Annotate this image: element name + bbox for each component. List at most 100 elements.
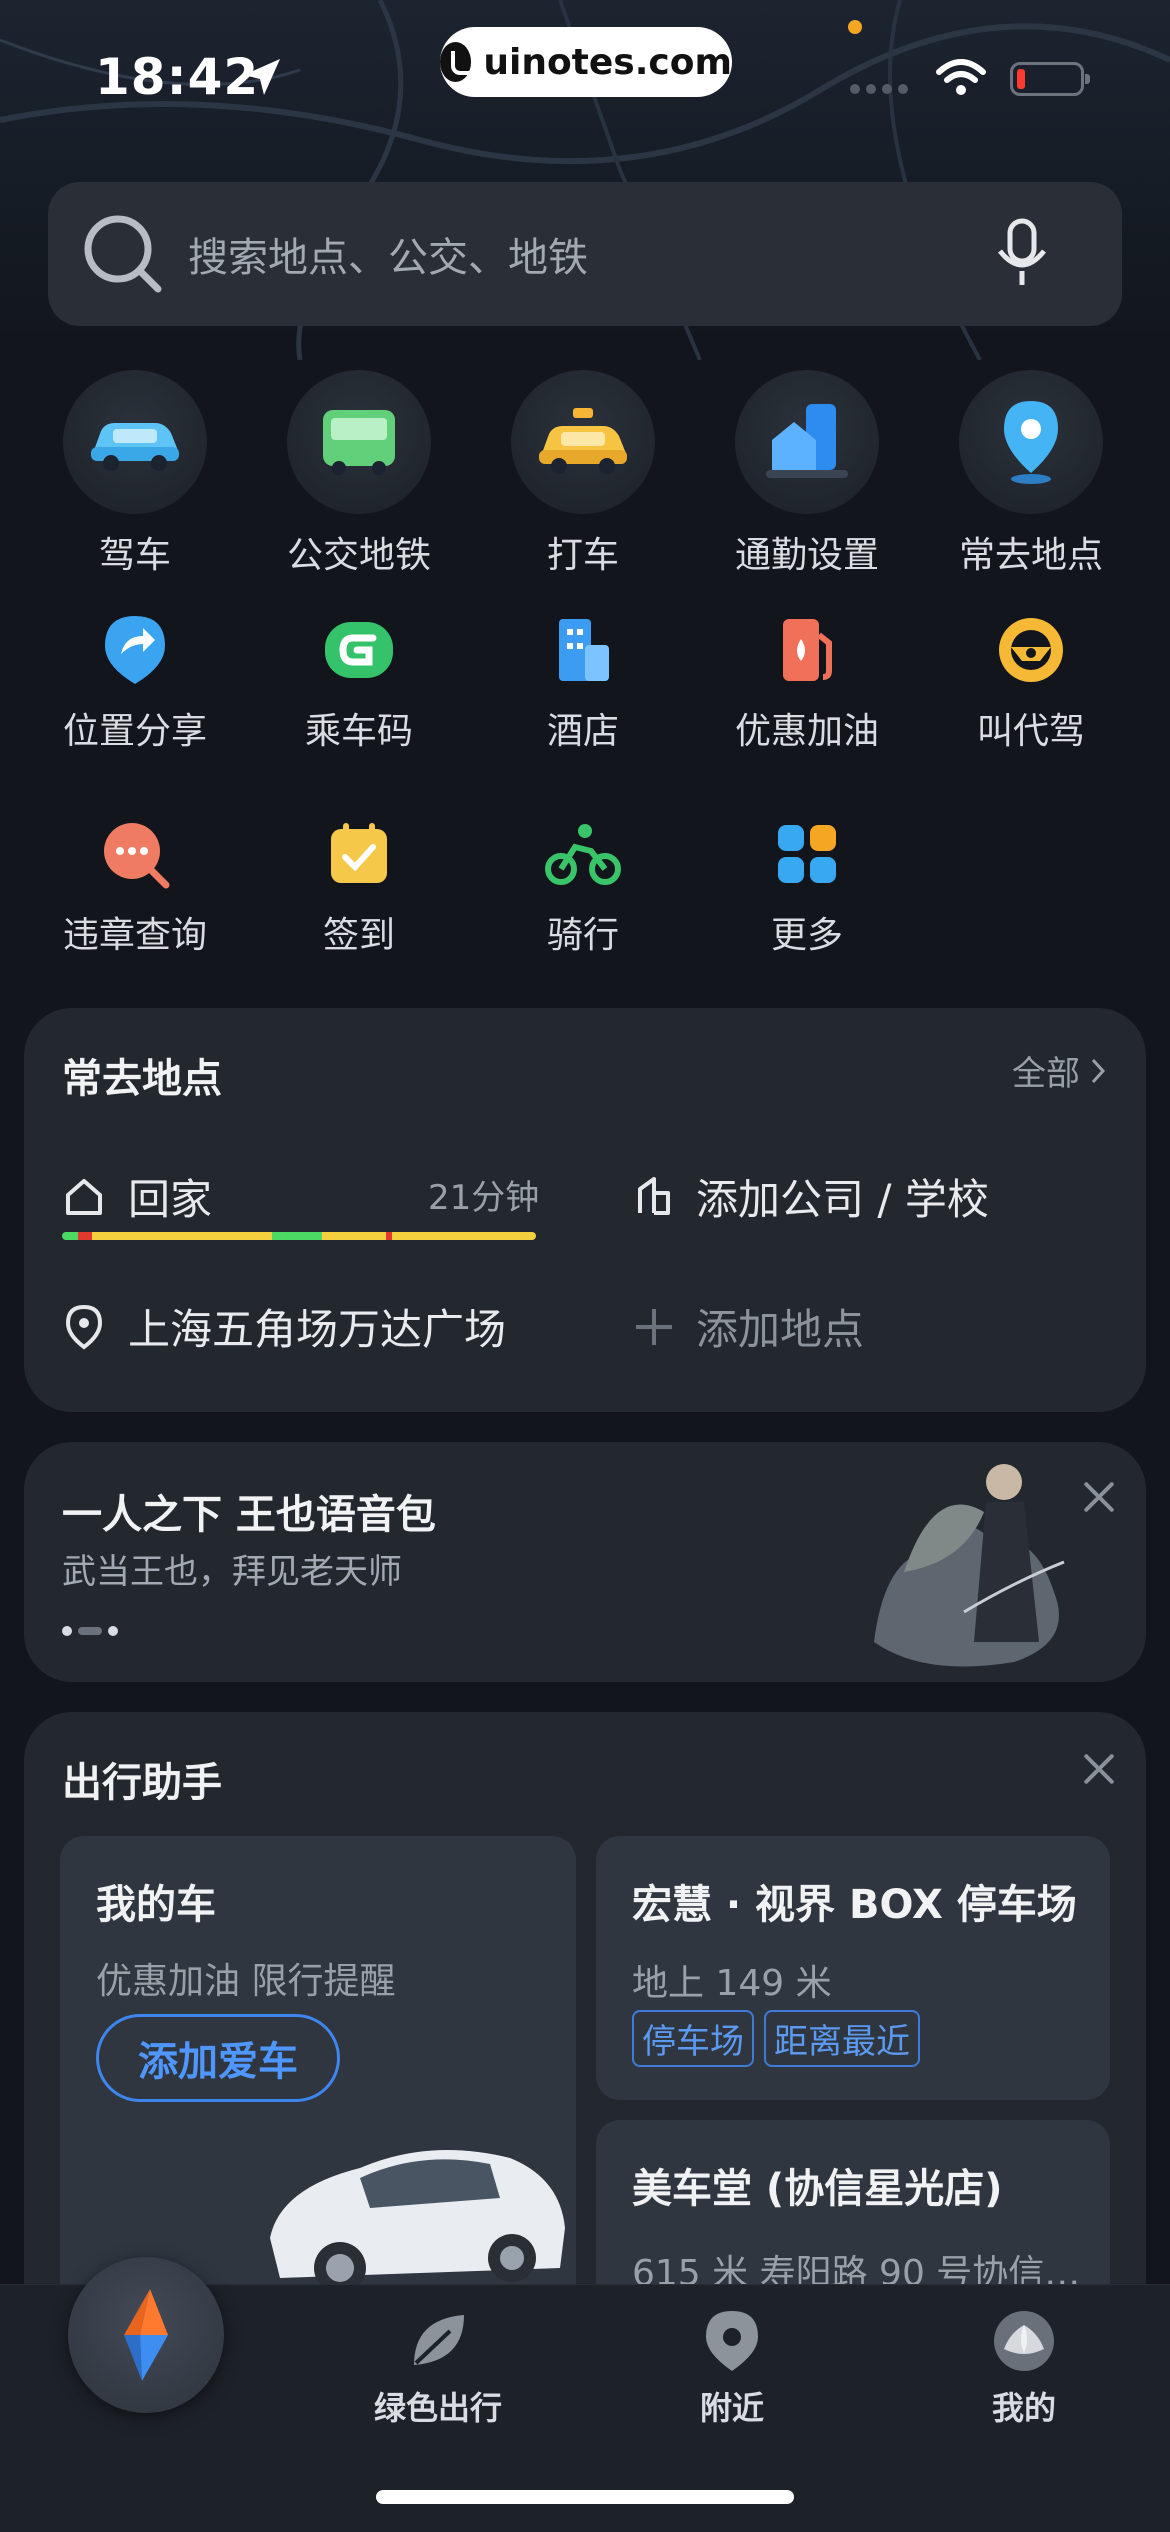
quick-action-drive[interactable]: 驾车 <box>23 370 247 578</box>
car-illustration <box>270 2150 565 2294</box>
parking-card[interactable]: 宏慧 · 视界 BOX 停车场 地上 149 米 停车场 距离最近 <box>596 1836 1110 2100</box>
taxi-icon <box>511 370 655 514</box>
parking-title: 宏慧 · 视界 BOX 停车场 <box>632 1882 1077 1928</box>
add-company-shortcut[interactable]: 添加公司 / 学校 <box>634 1166 989 1227</box>
my-car-title: 我的车 <box>96 1882 216 1928</box>
home-shortcut[interactable]: 回家 <box>62 1166 212 1227</box>
service-share-location[interactable]: 位置分享 <box>23 610 247 754</box>
service-label: 签到 <box>322 915 395 956</box>
privacy-indicator-icon <box>848 20 862 34</box>
quick-action-label: 常去地点 <box>958 535 1103 576</box>
service-ride-code[interactable]: 乘车码 <box>247 610 471 754</box>
wifi-icon <box>936 59 986 95</box>
building-icon <box>638 1176 670 1215</box>
checkin-calendar-icon <box>319 814 399 894</box>
violation-search-icon <box>95 814 175 894</box>
nav-label: 附近 <box>699 2389 764 2427</box>
saved-place-label: 上海五角场万达广场 <box>128 1305 507 1354</box>
home-eta: 21分钟 <box>428 1178 540 1218</box>
place-pin-icon <box>65 1304 103 1350</box>
saved-place[interactable]: 上海五角场万达广场 <box>62 1296 506 1357</box>
leaf-icon <box>414 2315 464 2365</box>
service-violation[interactable]: 违章查询 <box>23 814 247 958</box>
banner-title: 一人之下 王也语音包 <box>62 1492 436 1538</box>
tag-nearest: 距离最近 <box>764 2010 920 2067</box>
more-grid-icon <box>767 814 847 894</box>
traffic-bar <box>62 1232 536 1240</box>
cellular-signal-icon <box>850 84 908 94</box>
service-label: 更多 <box>770 915 843 956</box>
service-label: 乘车码 <box>304 711 413 752</box>
voice-pack-banner[interactable]: 一人之下 王也语音包 武当王也，拜见老天师 <box>24 1442 1146 1682</box>
quick-action-transit[interactable]: 公交地铁 <box>247 370 471 578</box>
my-car-links[interactable]: 优惠加油 限行提醒 <box>96 1952 395 2004</box>
chevron-right-icon <box>1091 1058 1106 1083</box>
card-title: 常去地点 <box>62 1056 222 1102</box>
frequent-places-card: 常去地点 全部 回家 21分钟 添加公司 / 学校 上海五角场万达广场 添加地点 <box>24 1008 1146 1412</box>
quick-action-label: 驾车 <box>98 535 171 576</box>
view-all-link[interactable]: 全部 <box>1012 1046 1106 1095</box>
fuel-icon <box>767 610 847 690</box>
location-pin-icon <box>959 370 1103 514</box>
watermark-logo-icon <box>440 42 478 82</box>
commute-building-icon <box>735 370 879 514</box>
steering-wheel-icon <box>991 610 1071 690</box>
travel-assistant-card: 出行助手 我的车 优惠加油 限行提醒 添加爱车 宏慧 · 视界 BOX 停车场 … <box>24 1712 1146 2360</box>
ride-code-icon <box>319 610 399 690</box>
microphone-icon[interactable] <box>992 217 1052 291</box>
bus-icon <box>287 370 431 514</box>
add-company-label: 添加公司 / 学校 <box>696 1175 989 1224</box>
home-label: 回家 <box>128 1175 213 1224</box>
watermark-text: uinotes.com <box>483 41 732 83</box>
quick-action-label: 通勤设置 <box>734 535 879 576</box>
nav-label: 我的 <box>991 2389 1056 2427</box>
nav-profile[interactable]: 我的 <box>924 2309 1124 2429</box>
status-bar: 18:42 uinotes.com <box>0 0 1170 150</box>
banner-subtitle: 武当王也，拜见老天师 <box>62 1552 402 1592</box>
quick-action-label: 公交地铁 <box>286 535 431 576</box>
hotel-icon <box>543 610 623 690</box>
nav-green-travel[interactable]: 绿色出行 <box>338 2309 538 2429</box>
add-place-shortcut[interactable]: 添加地点 <box>634 1296 864 1357</box>
nav-label: 绿色出行 <box>373 2389 502 2427</box>
service-more[interactable]: 更多 <box>695 814 919 958</box>
nearby-pin-icon <box>706 2311 758 2371</box>
share-location-icon <box>95 610 175 690</box>
service-label: 酒店 <box>546 711 619 752</box>
plus-icon <box>636 1308 672 1345</box>
service-label: 叫代驾 <box>976 711 1085 752</box>
service-checkin[interactable]: 签到 <box>247 814 471 958</box>
quick-action-commute[interactable]: 通勤设置 <box>695 370 919 578</box>
close-icon[interactable] <box>1082 1752 1116 1786</box>
parking-tags: 停车场 距离最近 <box>632 2010 930 2067</box>
service-label: 优惠加油 <box>734 711 879 752</box>
card-title: 出行助手 <box>62 1760 222 1806</box>
view-all-label: 全部 <box>1012 1054 1080 1094</box>
service-label: 位置分享 <box>62 711 207 752</box>
service-cycling[interactable]: 骑行 <box>471 814 695 958</box>
compass-nav-button[interactable] <box>68 2257 224 2413</box>
service-hotel[interactable]: 酒店 <box>471 610 695 754</box>
service-designated-driver[interactable]: 叫代驾 <box>919 610 1143 754</box>
close-icon[interactable] <box>1082 1480 1116 1514</box>
character-illustration <box>874 1464 1065 1667</box>
quick-action-label: 打车 <box>546 535 619 576</box>
add-car-button[interactable]: 添加爱车 <box>96 2014 340 2102</box>
search-icon <box>84 215 162 293</box>
quick-action-frequent[interactable]: 常去地点 <box>919 370 1143 578</box>
parking-distance: 地上 149 米 <box>632 1963 832 2004</box>
banner-pager <box>62 1626 118 1636</box>
watermark-badge: uinotes.com <box>440 27 732 97</box>
search-bar[interactable]: 搜索地点、公交、地铁 <box>48 182 1122 326</box>
battery-icon <box>1010 62 1090 96</box>
car-icon <box>63 370 207 514</box>
quick-action-taxi[interactable]: 打车 <box>471 370 695 578</box>
tag-parking: 停车场 <box>632 2010 754 2067</box>
home-icon <box>66 1178 102 1215</box>
location-arrow-icon <box>244 59 280 95</box>
status-time: 18:42 <box>95 48 260 106</box>
service-fuel[interactable]: 优惠加油 <box>695 610 919 754</box>
service-label: 骑行 <box>546 915 619 956</box>
add-place-label: 添加地点 <box>696 1305 865 1354</box>
nav-nearby[interactable]: 附近 <box>632 2309 832 2429</box>
